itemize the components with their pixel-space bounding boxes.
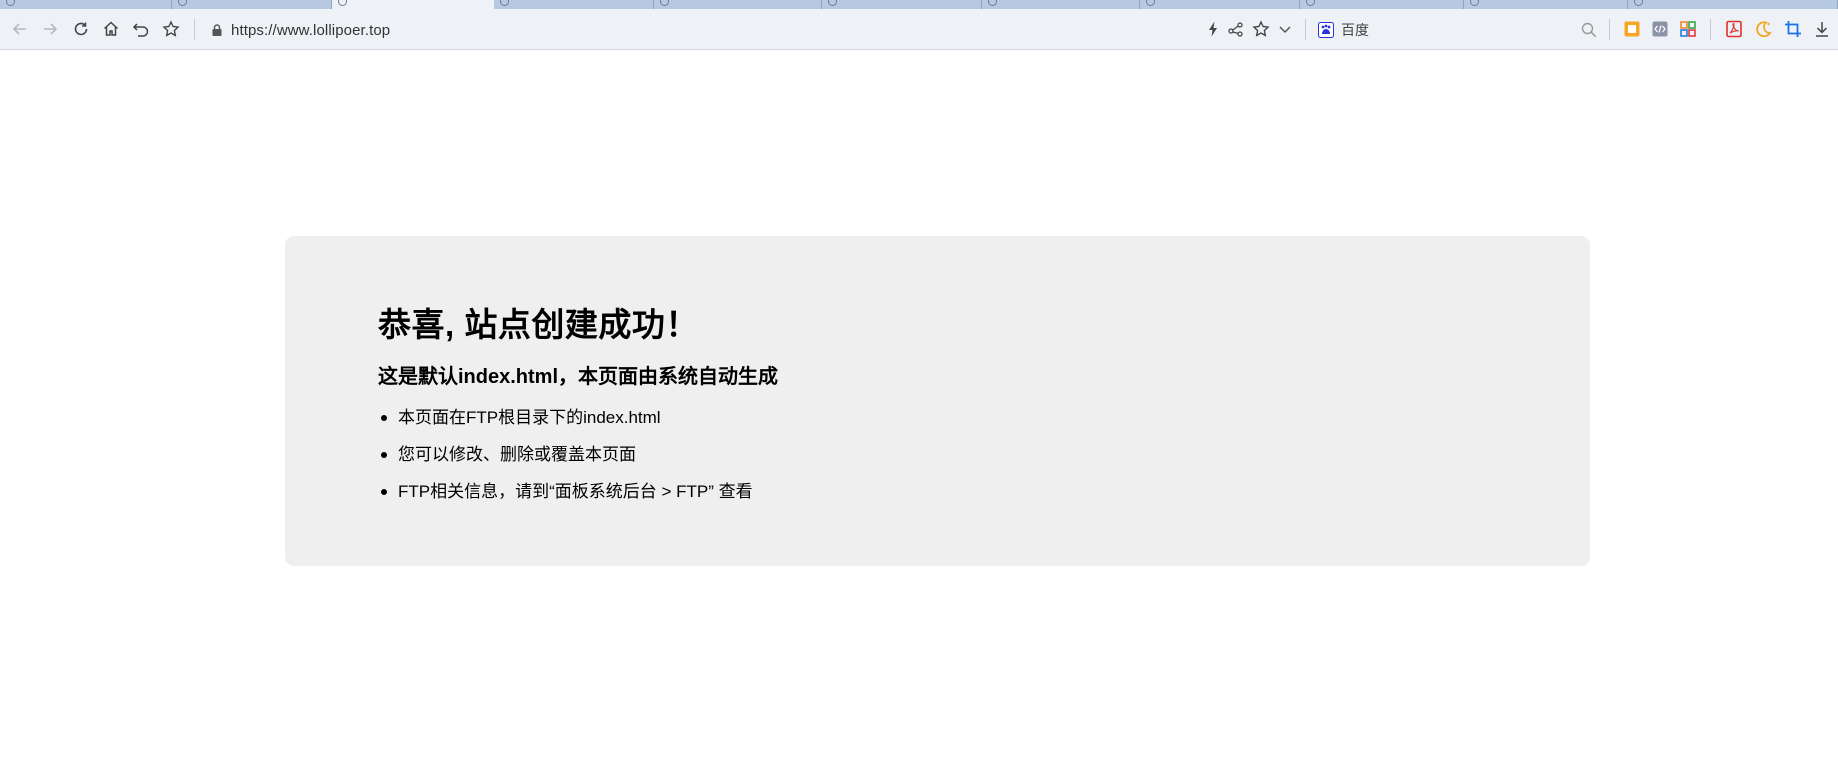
info-list: 本页面在FTP根目录下的index.html 您可以修改、删除或覆盖本页面 FT… (381, 408, 753, 519)
tab[interactable] (982, 0, 1140, 9)
toolbar-separator (194, 19, 195, 40)
list-item: FTP相关信息，请到“面板系统后台 > FTP” 查看 (381, 482, 753, 519)
tab[interactable] (1300, 0, 1464, 9)
tab[interactable] (494, 0, 654, 9)
tab[interactable] (1140, 0, 1300, 9)
list-item: 本页面在FTP根目录下的index.html (381, 408, 753, 445)
lightning-icon[interactable] (1201, 17, 1225, 41)
search-icon[interactable] (1580, 21, 1598, 39)
tab-favicon (660, 0, 669, 6)
tab-favicon (6, 0, 15, 6)
undo-close-tab-icon[interactable] (129, 17, 153, 41)
download-icon[interactable] (1810, 17, 1834, 41)
toolbar-separator (1305, 19, 1306, 40)
night-mode-icon[interactable] (1751, 17, 1775, 41)
tab-favicon (1634, 0, 1643, 6)
tab-favicon (178, 0, 187, 6)
tab[interactable] (1628, 0, 1838, 9)
extension-grid-icon[interactable] (1676, 17, 1700, 41)
pdf-icon[interactable] (1722, 17, 1746, 41)
page-title: 恭喜, 站点创建成功！ (378, 306, 699, 343)
toolbar-separator (1710, 19, 1711, 40)
tab-favicon (828, 0, 837, 6)
tab[interactable] (0, 0, 172, 9)
tab[interactable] (172, 0, 332, 9)
tab[interactable] (1464, 0, 1628, 9)
list-item: 您可以修改、删除或覆盖本页面 (381, 445, 753, 482)
address-bar[interactable]: https://www.lollipoer.top (210, 18, 1190, 42)
page-subtitle: 这是默认index.html，本页面由系统自动生成 (378, 366, 779, 388)
tab-favicon (1470, 0, 1479, 6)
tab-favicon (338, 0, 347, 6)
tab-strip (0, 0, 1838, 9)
extension-orange-icon[interactable] (1620, 17, 1644, 41)
tab[interactable] (822, 0, 982, 9)
tab-favicon (1146, 0, 1155, 6)
lock-icon (212, 24, 222, 36)
baidu-paw-icon (1318, 22, 1334, 38)
browser-toolbar: https://www.lollipoer.top 百度 (0, 9, 1838, 50)
search-box[interactable]: 百度 (1318, 18, 1598, 42)
share-icon[interactable] (1224, 17, 1248, 41)
tab[interactable] (654, 0, 822, 9)
reload-icon[interactable] (69, 17, 93, 41)
bookmark-star-icon[interactable] (159, 17, 183, 41)
home-icon[interactable] (99, 17, 123, 41)
search-engine-name: 百度 (1341, 22, 1369, 38)
favorite-star-icon[interactable] (1249, 17, 1273, 41)
tab-favicon (988, 0, 997, 6)
crop-icon[interactable] (1781, 17, 1805, 41)
welcome-panel: 恭喜, 站点创建成功！ 这是默认index.html，本页面由系统自动生成 本页… (285, 236, 1590, 566)
chevron-down-icon[interactable] (1273, 17, 1297, 41)
tab-favicon (500, 0, 509, 6)
back-arrow-icon[interactable] (8, 17, 32, 41)
extension-code-icon[interactable] (1648, 17, 1672, 41)
tab-favicon (1306, 0, 1315, 6)
tab-active[interactable] (332, 0, 494, 9)
address-url: https://www.lollipoer.top (231, 21, 391, 39)
toolbar-separator (1609, 19, 1610, 40)
forward-arrow-icon[interactable] (38, 17, 62, 41)
